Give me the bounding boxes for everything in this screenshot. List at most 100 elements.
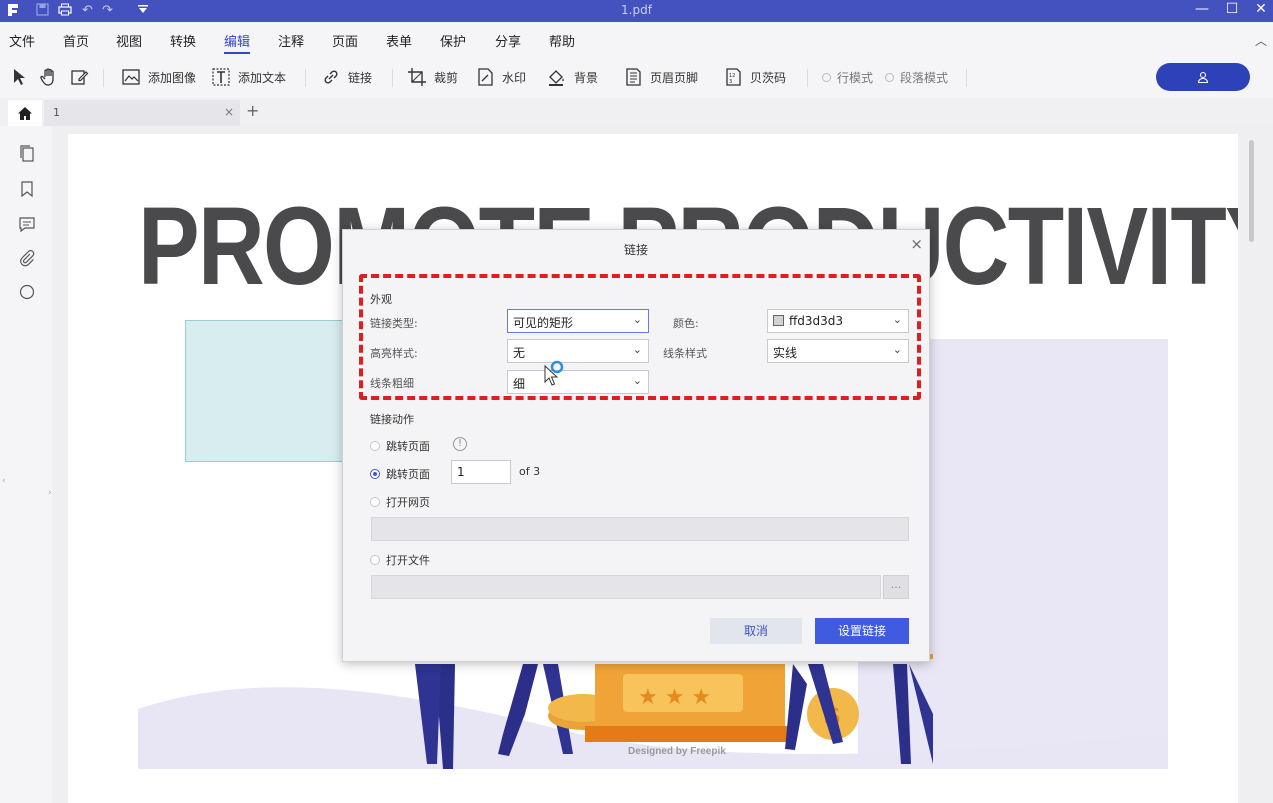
collapse-ribbon-icon[interactable]: ︿ <box>1255 32 1267 49</box>
document-tab-bar: 1 × <box>0 98 1273 126</box>
hand-tool[interactable] <box>38 66 66 88</box>
crop-icon <box>406 66 428 88</box>
radio-unchecked-icon <box>370 497 380 507</box>
toolbar-divider <box>103 69 104 87</box>
edit-toolbar: 添加图像 添加文本 链接 裁剪 水印 背景 页眉页脚 12 3 贝茨码 行模式 段… <box>0 56 1273 98</box>
text-box-icon <box>210 66 232 88</box>
link-annotation-rect[interactable] <box>185 320 355 462</box>
watermark-icon <box>474 66 496 88</box>
link-action-section-label: 链接动作 <box>370 413 414 426</box>
hand-icon <box>38 66 60 88</box>
menu-form[interactable]: 表单 <box>386 31 412 50</box>
add-image-label: 添加图像 <box>148 70 197 85</box>
goto-page-option-1[interactable]: 跳转页面 <box>370 438 430 454</box>
svg-text:★ ★ ★: ★ ★ ★ <box>638 685 711 710</box>
file-path-input[interactable] <box>371 575 881 599</box>
attachment-icon[interactable] <box>16 247 38 269</box>
menu-convert[interactable]: 转换 <box>170 31 196 50</box>
line-mode-label: 行模式 <box>837 70 874 85</box>
set-link-button[interactable]: 设置链接 <box>815 618 909 644</box>
design-credit: Designed by Freepik <box>628 746 726 757</box>
edit-pencil-icon <box>68 66 90 88</box>
paragraph-mode-radio[interactable]: 段落模式 <box>885 66 948 88</box>
thumbnails-icon[interactable] <box>16 142 38 164</box>
home-icon <box>18 106 32 120</box>
add-text-label: 添加文本 <box>238 70 287 85</box>
edit-object-tool[interactable] <box>68 66 96 88</box>
bookmark-icon[interactable] <box>16 178 38 200</box>
add-text-button[interactable]: 添加文本 <box>210 66 286 88</box>
toolbar-divider <box>392 69 393 87</box>
close-icon[interactable]: ✕ <box>1250 1 1272 17</box>
vertical-scrollbar[interactable] <box>1249 140 1254 242</box>
highlight-annotation-box <box>359 274 921 400</box>
add-tab-icon[interactable]: + <box>246 101 259 120</box>
crop-label: 裁剪 <box>434 70 459 85</box>
header-footer-icon <box>622 66 644 88</box>
bates-number-icon: 12 3 <box>722 66 744 88</box>
bates-label: 贝茨码 <box>750 70 787 85</box>
radio-unchecked-icon <box>885 72 894 82</box>
menu-comment[interactable]: 注释 <box>278 31 304 50</box>
maximize-icon[interactable]: ☐ <box>1221 1 1243 17</box>
image-icon <box>120 66 142 88</box>
header-footer-label: 页眉页脚 <box>650 70 699 85</box>
window-title: 1.pdf <box>621 3 652 17</box>
web-url-input[interactable] <box>371 517 909 541</box>
toolbar-divider <box>807 69 808 87</box>
search-icon[interactable] <box>16 281 38 303</box>
radio-unchecked-icon <box>370 555 380 565</box>
title-bar: ↶ ↷ 1.pdf — ☐ ✕ <box>0 0 1273 22</box>
radio-checked-icon <box>370 469 380 479</box>
page-number-input[interactable]: 1 <box>451 460 511 484</box>
menu-help[interactable]: 帮助 <box>549 31 575 50</box>
open-file-option[interactable]: 打开文件 <box>370 552 430 568</box>
bates-button[interactable]: 12 3 贝茨码 <box>722 66 786 88</box>
svg-text:3: 3 <box>729 79 732 85</box>
open-file-label: 打开文件 <box>386 554 430 567</box>
info-icon: ! <box>453 437 467 451</box>
select-tool[interactable] <box>8 66 36 88</box>
cancel-button[interactable]: 取消 <box>710 618 802 644</box>
paint-bucket-icon <box>546 66 568 88</box>
dialog-close-icon[interactable]: × <box>910 235 923 253</box>
goto-page-label-2: 跳转页面 <box>386 468 430 481</box>
header-footer-button[interactable]: 页眉页脚 <box>622 66 698 88</box>
menu-share[interactable]: 分享 <box>495 31 521 50</box>
open-web-option[interactable]: 打开网页 <box>370 494 430 510</box>
add-image-button[interactable]: 添加图像 <box>120 66 196 88</box>
user-icon <box>1197 71 1209 83</box>
left-edge-arrow-icon[interactable]: ‹ <box>2 476 6 486</box>
mouse-cursor-icon <box>544 360 564 386</box>
crop-button[interactable]: 裁剪 <box>406 66 458 88</box>
document-tab-label: 1 <box>53 106 60 119</box>
goto-page-label-1: 跳转页面 <box>386 440 430 453</box>
link-chain-icon <box>320 66 342 88</box>
home-tab[interactable] <box>8 100 42 126</box>
browse-file-button[interactable]: ... <box>883 575 909 599</box>
open-web-label: 打开网页 <box>386 496 430 509</box>
background-button[interactable]: 背景 <box>546 66 598 88</box>
menu-home[interactable]: 首页 <box>63 31 89 50</box>
minimize-icon[interactable]: — <box>1191 1 1213 17</box>
left-sidebar <box>0 126 52 803</box>
link-dialog: 链接 × 外观 链接类型: 可见的矩形 ⌄ 颜色: ffd3d3d3 ⌄ 高亮样… <box>342 229 930 662</box>
goto-page-option-2[interactable]: 跳转页面 <box>370 466 430 482</box>
menu-file[interactable]: 文件 <box>9 31 35 50</box>
menu-page[interactable]: 页面 <box>332 31 358 50</box>
account-button[interactable] <box>1156 63 1250 91</box>
document-tab[interactable]: 1 × <box>44 100 240 126</box>
comment-icon[interactable] <box>16 213 38 235</box>
menu-protect[interactable]: 保护 <box>440 31 466 50</box>
dialog-title: 链接 <box>623 243 648 257</box>
link-button[interactable]: 链接 <box>320 66 372 88</box>
menu-edit[interactable]: 编辑 <box>224 31 251 54</box>
close-tab-icon[interactable]: × <box>224 105 234 119</box>
link-label: 链接 <box>348 70 373 85</box>
line-mode-radio[interactable]: 行模式 <box>822 66 873 88</box>
toolbar-divider <box>305 69 306 87</box>
menu-view[interactable]: 视图 <box>116 31 142 50</box>
menu-bar: 文件 首页 视图 转换 编辑 注释 页面 表单 保护 分享 帮助 ︿ <box>0 22 1273 56</box>
radio-unchecked-icon <box>370 441 380 451</box>
watermark-button[interactable]: 水印 <box>474 66 526 88</box>
